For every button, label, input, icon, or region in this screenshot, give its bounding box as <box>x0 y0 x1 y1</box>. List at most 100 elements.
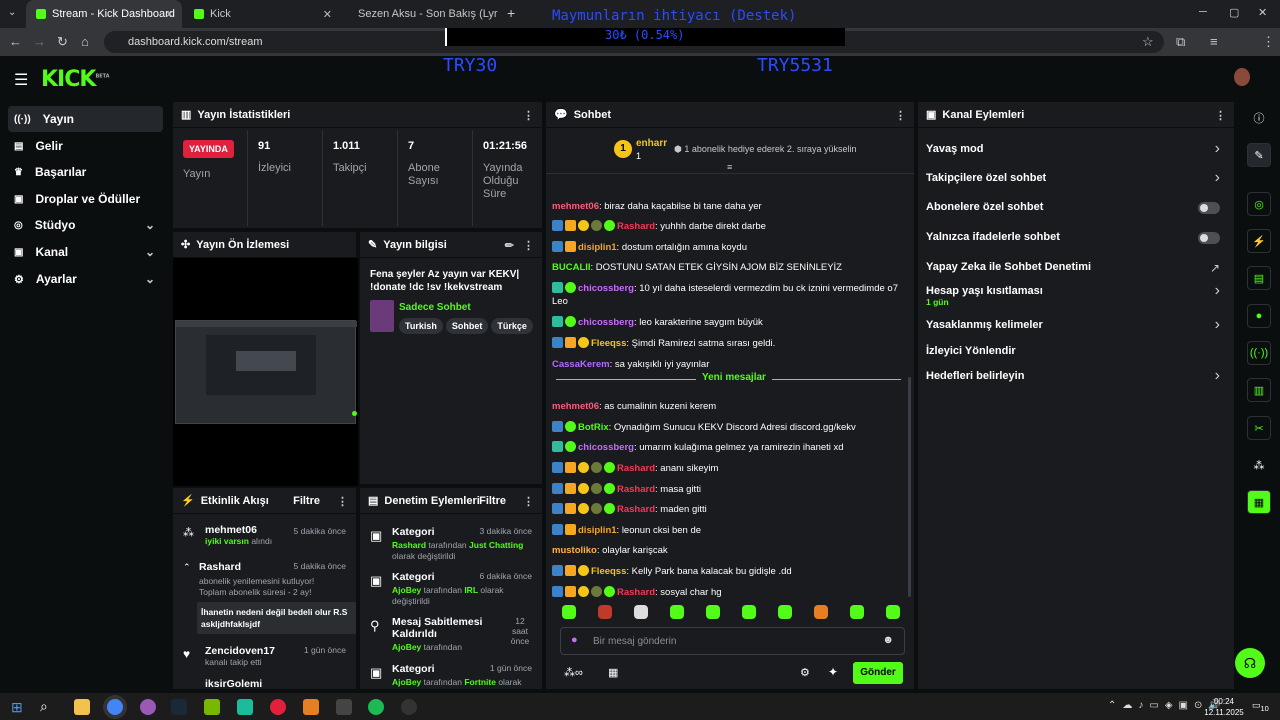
chat-message[interactable]: disiplin1: leonun cksi ben de <box>552 524 902 537</box>
chat-username[interactable]: mehmet06 <box>552 401 599 412</box>
chevron-right-icon[interactable]: › <box>1215 140 1220 158</box>
channel-action-item[interactable]: Hesap yaşı kısıtlaması 1 gün <box>926 285 1226 307</box>
emoji-icon[interactable]: ☻ <box>882 634 894 646</box>
focus-icon[interactable]: ◎ <box>1247 192 1271 216</box>
chat-username[interactable]: disiplin1 <box>578 525 617 536</box>
chat-username[interactable]: mustoliko <box>552 545 597 556</box>
chat-message[interactable]: Rashard: ananı sikeyim <box>552 462 902 475</box>
chat-message[interactable]: mehmet06: as cumalinin kuzeni kerem <box>552 400 902 413</box>
chat-message[interactable]: BUCALII: DOSTUNU SATAN ETEK GİYSİN AJOM … <box>552 261 902 274</box>
info-icon[interactable]: ⓘ <box>1247 106 1271 130</box>
chat-message[interactable]: chicossberg: leo karakterine saygım büyü… <box>552 316 902 329</box>
settings-icon[interactable]: ⚙ <box>800 666 810 679</box>
app-icon[interactable] <box>140 699 156 715</box>
more-icon[interactable]: ⋮ <box>523 495 534 508</box>
channel-action-item[interactable]: Abonelere özel sohbet <box>926 201 1226 213</box>
maximize-icon[interactable]: ▢ <box>1229 6 1239 19</box>
emote-icon[interactable] <box>598 605 612 619</box>
clock[interactable]: 00:24 12.11.2025 <box>1204 696 1244 718</box>
chat-username[interactable]: Rashard <box>617 221 655 232</box>
preview-player[interactable] <box>173 258 358 486</box>
filter-button[interactable]: Filtre <box>479 495 506 507</box>
chat-message[interactable]: mehmet06: biraz daha kaçabilse bi tane d… <box>552 200 902 213</box>
obs-icon[interactable] <box>401 699 417 715</box>
chat-username[interactable]: Rashard <box>617 463 655 474</box>
emote-icon[interactable] <box>634 605 648 619</box>
pen-icon[interactable]: ✎ <box>1247 143 1271 167</box>
edit-icon[interactable]: ✏ <box>505 239 514 252</box>
sidebar-item-studyo[interactable]: ◎ Stüdyo ⌄ <box>8 212 163 238</box>
chat-username[interactable]: Rashard <box>617 484 655 495</box>
chevron-right-icon[interactable]: › <box>1215 316 1220 334</box>
channel-action-item[interactable]: Yasaklanmış kelimeler <box>926 319 1226 331</box>
chat-message[interactable]: Rashard: yuhhh darbe direkt darbe <box>552 220 902 233</box>
chat-username[interactable]: BotRix <box>578 422 609 433</box>
more-icon[interactable]: ⋮ <box>523 109 534 122</box>
emote-icon[interactable] <box>562 605 576 619</box>
windows-start-icon[interactable]: ⊞ <box>11 699 27 715</box>
close-tab-icon[interactable]: ✕ <box>323 8 332 21</box>
close-tab-icon[interactable]: ✕ <box>165 8 174 21</box>
steam-icon[interactable] <box>171 699 187 715</box>
chat-input[interactable]: ● Bir mesaj gönderin ☻ <box>560 627 905 655</box>
bolt-icon[interactable]: ⚡ <box>1247 229 1271 253</box>
sidebar-item-ayarlar[interactable]: ⚙ Ayarlar ⌄ <box>8 266 163 292</box>
extensions-icon[interactable]: ⧉ <box>1176 34 1185 50</box>
chat-username[interactable]: BUCALII <box>552 262 591 273</box>
chat-username[interactable]: Fleeqss <box>591 338 626 349</box>
chrome-icon[interactable] <box>107 699 123 715</box>
bookmark-star-icon[interactable]: ☆ <box>1142 34 1154 50</box>
support-icon[interactable]: ☊ <box>1235 648 1265 678</box>
chevron-right-icon[interactable]: › <box>1215 367 1220 385</box>
channel-action-item[interactable]: Yalnızca ifadelerle sohbet <box>926 231 1226 243</box>
tab-kick-dashboard[interactable]: Stream - Kick Dashboard ✕ <box>26 0 182 28</box>
toggle-switch[interactable] <box>1198 202 1220 214</box>
broadcast-icon[interactable]: ((·)) <box>1247 341 1271 365</box>
share-icon[interactable]: ⁂ <box>1247 453 1271 477</box>
emote-icon[interactable] <box>814 605 828 619</box>
chat-message[interactable]: mustoliko: olaylar karişcak <box>552 544 902 557</box>
sidebar-item-basarilar[interactable]: ♛ Başarılar <box>8 159 163 185</box>
chat-message[interactable]: Rashard: sosyal char hg <box>552 586 902 599</box>
back-icon[interactable]: ← <box>9 34 22 49</box>
kick-emote-icon[interactable]: ✦ <box>828 665 838 679</box>
emote-icon[interactable] <box>778 605 792 619</box>
layout-icon[interactable]: ▥ <box>1247 378 1271 402</box>
wrench-icon[interactable]: ✂ <box>1247 416 1271 440</box>
category-name[interactable]: Sadece Sohbet <box>399 302 471 313</box>
chat-username[interactable]: disiplin1 <box>578 242 617 253</box>
new-tab-button[interactable]: + <box>507 5 515 21</box>
tab-kick[interactable]: Kick ✕ <box>184 0 340 28</box>
channel-action-item[interactable]: Takipçilere özel sohbet <box>926 172 1226 184</box>
more-icon[interactable]: ⋮ <box>895 109 906 122</box>
forward-icon[interactable]: → <box>33 34 46 49</box>
emote-icon[interactable] <box>886 605 900 619</box>
file-explorer-icon[interactable] <box>74 699 90 715</box>
chat-username[interactable]: Rashard <box>617 587 655 598</box>
sidebar-item-gelir[interactable]: ▤ Gelir <box>8 133 163 159</box>
home-icon[interactable]: ⌂ <box>81 34 89 49</box>
channel-action-item[interactable]: Hedefleri belirleyin <box>926 370 1226 382</box>
browser-menu-icon[interactable]: ⋮ <box>1262 34 1275 50</box>
hamburger-menu-icon[interactable]: ☰ <box>14 70 28 90</box>
notification-center[interactable]: ▭10 <box>1252 700 1269 713</box>
minimize-icon[interactable]: ─ <box>1199 6 1207 18</box>
channel-action-item[interactable]: Yavaş mod <box>926 143 1226 155</box>
more-icon[interactable]: ⋮ <box>337 495 348 508</box>
chat-username[interactable]: chicossberg <box>578 442 634 453</box>
chat-message[interactable]: Rashard: masa gitti <box>552 483 902 496</box>
store-icon[interactable]: ▦ <box>608 666 618 679</box>
sidebar-item-droplar[interactable]: ▣ Droplar ve Ödüller <box>8 186 163 212</box>
more-icon[interactable]: ⋮ <box>1215 109 1226 122</box>
app-icon[interactable] <box>303 699 319 715</box>
chat-message[interactable]: Rashard: maden gitti <box>552 503 902 516</box>
chat-message[interactable]: chicossberg: 10 yıl daha isteselerdi ver… <box>552 282 902 308</box>
media-icon[interactable]: ≡ <box>1210 34 1218 49</box>
chevron-right-icon[interactable]: › <box>1215 282 1220 300</box>
chat-username[interactable]: Fleeqss <box>591 566 626 577</box>
infinity-icon[interactable]: ⁂∞ <box>564 666 583 679</box>
tab-youtube[interactable]: Sezen Aksu - Son Bakış (Lyrics I <box>342 0 498 28</box>
opera-icon[interactable] <box>270 699 286 715</box>
emote-icon[interactable] <box>742 605 756 619</box>
chat-message[interactable]: BotRix: Oynadığım Sunucu KEKV Discord Ad… <box>552 421 902 434</box>
